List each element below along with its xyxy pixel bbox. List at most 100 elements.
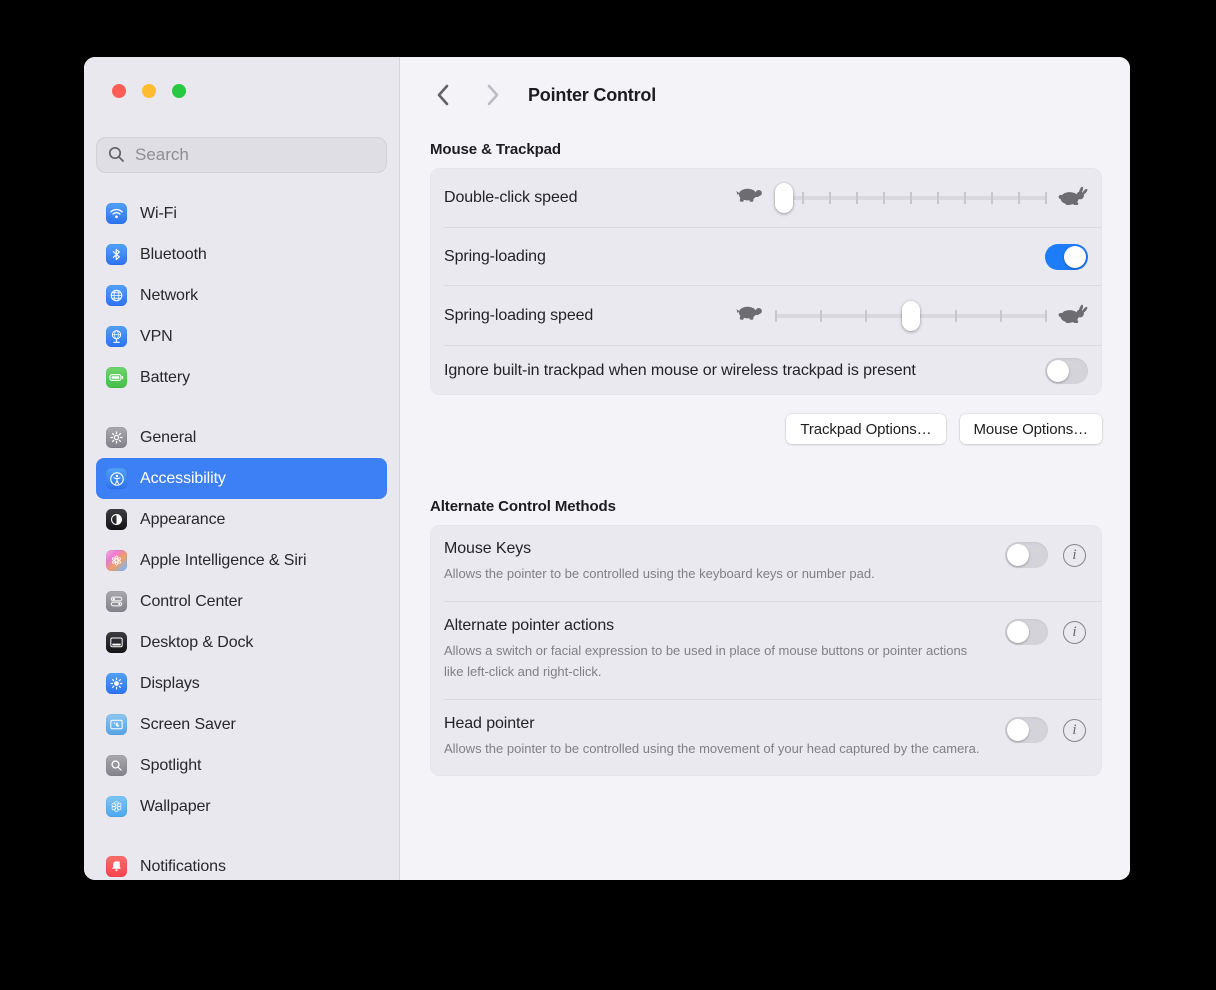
alternate-pointer-actions-texts: Alternate pointer actions Allows a switc… bbox=[444, 617, 984, 682]
section-title-mouse-trackpad: Mouse & Trackpad bbox=[430, 141, 561, 158]
mouse-keys-row: Mouse Keys Allows the pointer to be cont… bbox=[430, 525, 1102, 601]
toggle-knob bbox=[1007, 544, 1029, 566]
toggle-knob bbox=[1047, 359, 1069, 382]
spring-loading-speed-label: Spring-loading speed bbox=[444, 306, 594, 324]
sidebar-item-screen-saver[interactable]: Screen Saver bbox=[96, 704, 387, 745]
mouse-keys-label: Mouse Keys bbox=[444, 540, 532, 557]
slider-thumb[interactable] bbox=[775, 182, 793, 213]
globe-icon bbox=[106, 285, 127, 306]
sidebar-item-label: Control Center bbox=[140, 592, 243, 610]
sidebar-item-label: Apple Intelligence & Siri bbox=[140, 551, 307, 569]
double-click-speed-slider[interactable] bbox=[775, 182, 1047, 213]
mouse-keys-controls: i bbox=[1005, 542, 1086, 568]
mouse-keys-texts: Mouse Keys Allows the pointer to be cont… bbox=[444, 540, 875, 584]
sidebar-item-bluetooth[interactable]: Bluetooth bbox=[96, 234, 387, 275]
spring-loading-speed-row: Spring-loading speed bbox=[430, 286, 1102, 345]
gear-icon bbox=[106, 427, 127, 448]
info-icon[interactable]: i bbox=[1063, 718, 1086, 742]
turtle-slow-icon bbox=[735, 185, 766, 210]
bell-icon bbox=[106, 856, 127, 877]
sidebar-item-label: VPN bbox=[140, 327, 173, 345]
ignore-builtin-trackpad-row: Ignore built-in trackpad when mouse or w… bbox=[430, 346, 1102, 395]
sidebar-item-label: Wi-Fi bbox=[140, 204, 177, 222]
spring-loading-speed-slider[interactable] bbox=[775, 300, 1047, 331]
sidebar-item-label: Battery bbox=[140, 368, 190, 386]
sidebar-item-label: Screen Saver bbox=[140, 715, 236, 733]
sidebar-item-label: Desktop & Dock bbox=[140, 633, 254, 651]
rabbit-fast-icon bbox=[1057, 185, 1088, 211]
sidebar-item-label: Network bbox=[140, 286, 198, 304]
sidebar-item-label: Wallpaper bbox=[140, 797, 211, 815]
toggle-knob bbox=[1007, 621, 1029, 643]
sidebar-item-label: Notifications bbox=[140, 857, 226, 875]
alternate-control-card: Mouse Keys Allows the pointer to be cont… bbox=[430, 525, 1102, 776]
sidebar-item-vpn[interactable]: VPN bbox=[96, 316, 387, 357]
rabbit-fast-icon bbox=[1057, 303, 1088, 329]
sidebar-item-label: Bluetooth bbox=[140, 245, 207, 263]
sidebar-item-label: Displays bbox=[140, 674, 200, 692]
sidebar-item-network[interactable]: Network bbox=[96, 275, 387, 316]
sidebar-item-appearance[interactable]: Appearance bbox=[96, 499, 387, 540]
search-field-wrap bbox=[96, 137, 387, 173]
info-icon[interactable]: i bbox=[1063, 543, 1086, 567]
double-click-speed-controls bbox=[735, 182, 1088, 213]
back-button[interactable] bbox=[430, 83, 454, 107]
alternate-pointer-actions-controls: i bbox=[1005, 619, 1086, 645]
alternate-pointer-actions-label: Alternate pointer actions bbox=[444, 617, 615, 634]
wifi-icon bbox=[106, 203, 127, 224]
ignore-builtin-trackpad-toggle[interactable] bbox=[1045, 357, 1088, 384]
mouse-keys-toggle[interactable] bbox=[1005, 542, 1048, 568]
slider-ticks bbox=[775, 191, 1047, 204]
magnifier-icon bbox=[106, 755, 127, 776]
apple-intelligence-icon bbox=[106, 550, 127, 571]
sidebar-item-label: General bbox=[140, 428, 197, 446]
main-pane: Pointer Control Mouse & Trackpad Double-… bbox=[400, 57, 1130, 880]
forward-button[interactable] bbox=[481, 83, 505, 107]
sidebar-item-accessibility[interactable]: Accessibility bbox=[96, 458, 387, 499]
desktop-background: Wi-Fi Bluetooth Network bbox=[0, 0, 1216, 990]
close-button[interactable] bbox=[112, 84, 126, 98]
toggle-knob bbox=[1007, 719, 1029, 741]
sidebar-nav: Wi-Fi Bluetooth Network VPN Battery Gene… bbox=[84, 187, 399, 880]
sidebar-item-displays[interactable]: Displays bbox=[96, 663, 387, 704]
turtle-slow-icon bbox=[735, 303, 766, 328]
alternate-pointer-actions-row: Alternate pointer actions Allows a switc… bbox=[430, 602, 1102, 699]
desktop-dock-icon bbox=[106, 632, 127, 653]
spring-loading-toggle[interactable] bbox=[1045, 243, 1088, 270]
zoom-button[interactable] bbox=[172, 84, 186, 98]
sidebar: Wi-Fi Bluetooth Network bbox=[84, 57, 400, 880]
sidebar-item-control-center[interactable]: Control Center bbox=[96, 581, 387, 622]
sidebar-item-wifi[interactable]: Wi-Fi bbox=[96, 193, 387, 234]
head-pointer-controls: i bbox=[1005, 717, 1086, 743]
mouse-keys-description: Allows the pointer to be controlled usin… bbox=[444, 566, 875, 581]
double-click-speed-row: Double-click speed bbox=[430, 168, 1102, 227]
battery-icon bbox=[106, 367, 127, 388]
trackpad-options-button[interactable]: Trackpad Options… bbox=[786, 414, 946, 444]
minimize-button[interactable] bbox=[142, 84, 156, 98]
sidebar-item-notifications[interactable]: Notifications bbox=[96, 846, 387, 880]
sidebar-item-wallpaper[interactable]: Wallpaper bbox=[96, 786, 387, 827]
vpn-globe-icon bbox=[106, 326, 127, 347]
navigation-header: Pointer Control bbox=[430, 82, 1102, 108]
search-input[interactable] bbox=[96, 137, 387, 173]
head-pointer-toggle[interactable] bbox=[1005, 717, 1048, 743]
control-center-icon bbox=[106, 591, 127, 612]
sidebar-item-general[interactable]: General bbox=[96, 417, 387, 458]
sidebar-item-battery[interactable]: Battery bbox=[96, 357, 387, 398]
alternate-pointer-actions-toggle[interactable] bbox=[1005, 619, 1048, 645]
sidebar-item-desktop-dock[interactable]: Desktop & Dock bbox=[96, 622, 387, 663]
alternate-pointer-actions-description: Allows a switch or facial expression to … bbox=[444, 643, 968, 679]
sidebar-item-apple-intelligence-siri[interactable]: Apple Intelligence & Siri bbox=[96, 540, 387, 581]
screen-saver-icon bbox=[106, 714, 127, 735]
options-buttons-row: Trackpad Options… Mouse Options… bbox=[430, 414, 1102, 444]
page-title: Pointer Control bbox=[528, 84, 656, 105]
info-icon[interactable]: i bbox=[1063, 620, 1086, 644]
ignore-builtin-trackpad-label: Ignore built-in trackpad when mouse or w… bbox=[444, 362, 916, 379]
slider-thumb[interactable] bbox=[902, 300, 920, 331]
sidebar-item-spotlight[interactable]: Spotlight bbox=[96, 745, 387, 786]
sidebar-item-label: Accessibility bbox=[140, 469, 226, 487]
search-icon bbox=[107, 145, 126, 169]
mouse-options-button[interactable]: Mouse Options… bbox=[959, 414, 1102, 444]
spring-loading-label: Spring-loading bbox=[444, 247, 546, 265]
